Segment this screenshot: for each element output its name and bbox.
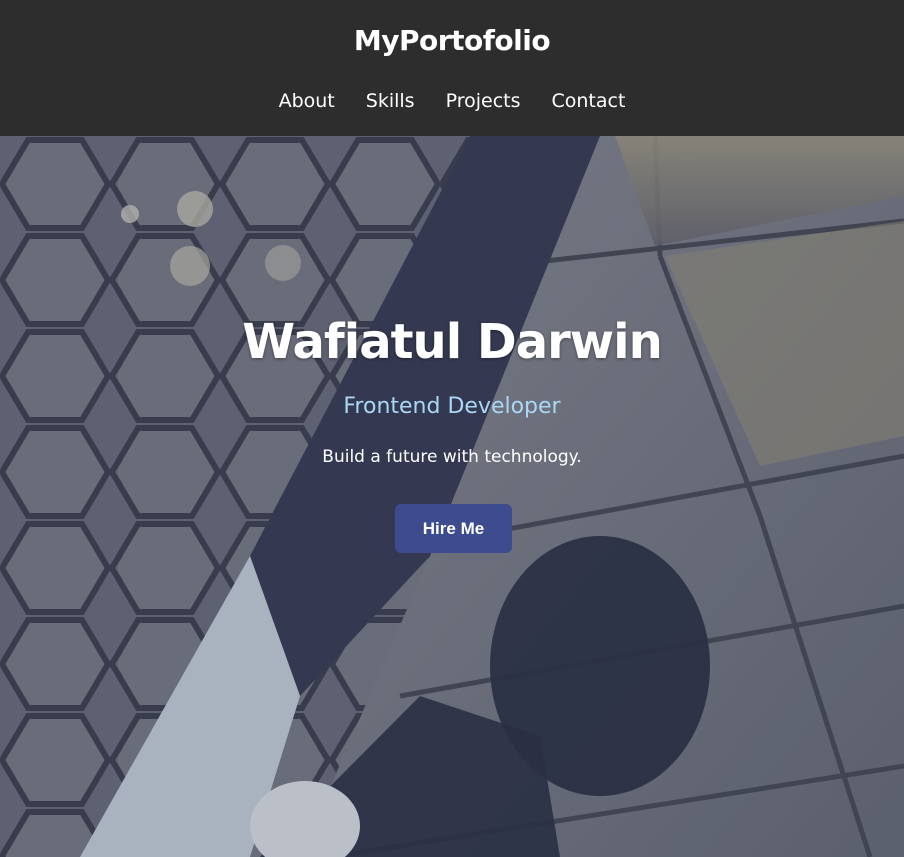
hero-tagline: Build a future with technology.	[322, 447, 582, 467]
hero-section: Wafiatul Darwin Frontend Developer Build…	[0, 136, 904, 857]
site-brand[interactable]: MyPortofolio	[0, 24, 904, 57]
hire-me-button[interactable]: Hire Me	[395, 504, 512, 553]
nav-contact-link[interactable]: Contact	[551, 90, 625, 112]
hero-role: Frontend Developer	[343, 394, 561, 419]
nav-skills-link[interactable]: Skills	[366, 90, 415, 112]
main-nav: About Skills Projects Contact	[0, 90, 904, 112]
hero-name: Wafiatul Darwin	[242, 314, 663, 370]
site-header: MyPortofolio About Skills Projects Conta…	[0, 0, 904, 136]
hero-overlay	[0, 136, 904, 857]
nav-about-link[interactable]: About	[279, 90, 335, 112]
nav-projects-link[interactable]: Projects	[446, 90, 521, 112]
